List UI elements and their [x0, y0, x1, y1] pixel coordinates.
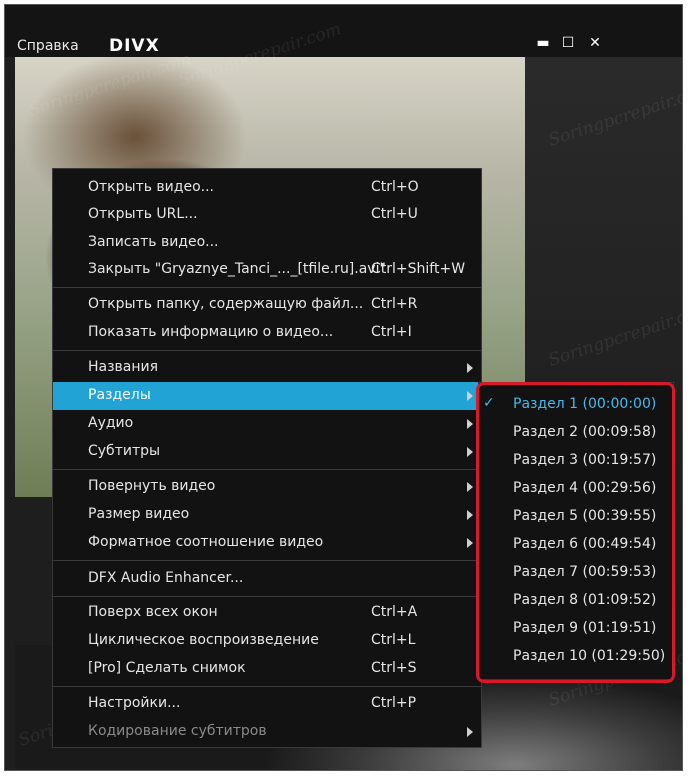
submenu-arrow-icon [467, 727, 473, 737]
submenu-arrow-icon [467, 482, 473, 492]
menu-shortcut: Ctrl+L [371, 632, 416, 648]
menu-label: Записать видео... [88, 234, 219, 250]
submenu-arrow-icon [467, 538, 473, 548]
menu-label: Повернуть видео [88, 478, 216, 494]
context-menu: Открыть видео... Ctrl+O Открыть URL... C… [52, 168, 482, 748]
menu-shortcut: Ctrl+U [371, 206, 418, 222]
player-window: Справка DIVX ▬ ☐ ✕ Soringpcrepair.com So… [4, 4, 683, 771]
menu-open-video[interactable]: Открыть видео... Ctrl+O [53, 174, 481, 202]
menu-label: Закрыть "Gryaznye_Tanci_..._[tfile.ru].a… [88, 261, 386, 277]
menu-loop[interactable]: Циклическое воспроизведение Ctrl+L [53, 627, 481, 655]
menu-separator [53, 469, 481, 470]
menu-shortcut: Ctrl+P [371, 695, 417, 711]
menu-separator [53, 596, 481, 597]
menu-label: Поверх всех окон [88, 604, 218, 620]
minimize-icon[interactable]: ▬ [533, 35, 553, 51]
menu-subtitle-encoding[interactable]: Кодирование субтитров [53, 718, 481, 746]
menu-separator [53, 287, 481, 288]
menu-open-url[interactable]: Открыть URL... Ctrl+U [53, 201, 481, 229]
menu-always-on-top[interactable]: Поверх всех окон Ctrl+A [53, 599, 481, 627]
menu-shortcut: Ctrl+A [371, 604, 418, 620]
submenu-arrow-icon [467, 510, 473, 520]
menu-separator [53, 686, 481, 687]
menu-rotate-video[interactable]: Повернуть видео [53, 473, 481, 501]
menu-open-folder[interactable]: Открыть папку, содержащую файл... Ctrl+R [53, 291, 481, 319]
menu-label: Субтитры [88, 443, 161, 459]
menu-video-size[interactable]: Размер видео [53, 501, 481, 529]
menu-shortcut: Ctrl+Shift+W [371, 261, 466, 277]
menu-help[interactable]: Справка [17, 38, 79, 54]
maximize-icon[interactable]: ☐ [558, 35, 578, 51]
submenu-arrow-icon [467, 363, 473, 373]
menu-separator [53, 560, 481, 561]
menu-shortcut: Ctrl+O [371, 179, 419, 195]
menu-record-video[interactable]: Записать видео... [53, 229, 481, 257]
menu-label: Настройки... [88, 695, 181, 711]
menu-chapters[interactable]: Разделы [53, 382, 481, 410]
menu-dfx-audio[interactable]: DFX Audio Enhancer... [53, 565, 481, 593]
menu-aspect-ratio[interactable]: Форматное соотношение видео [53, 529, 481, 557]
menu-label: Аудио [88, 415, 134, 431]
menu-close-file[interactable]: Закрыть "Gryaznye_Tanci_..._[tfile.ru].a… [53, 256, 481, 284]
menu-shortcut: Ctrl+S [371, 660, 417, 676]
submenu-arrow-icon [467, 447, 473, 457]
menu-label: Названия [88, 359, 159, 375]
menu-titles[interactable]: Названия [53, 354, 481, 382]
menu-audio[interactable]: Аудио [53, 410, 481, 438]
menu-shortcut: Ctrl+R [371, 296, 418, 312]
title-bar: Справка DIVX ▬ ☐ ✕ [5, 5, 682, 57]
close-icon[interactable]: ✕ [585, 35, 605, 51]
highlight-outline [476, 382, 675, 683]
menu-label: Форматное соотношение видео [88, 534, 324, 550]
menu-label: Открыть папку, содержащую файл... [88, 296, 364, 312]
menu-subtitles[interactable]: Субтитры [53, 438, 481, 466]
menu-label: Кодирование субтитров [88, 723, 267, 739]
menu-label: Открыть видео... [88, 179, 214, 195]
menu-shortcut: Ctrl+I [371, 324, 412, 340]
divx-logo: DIVX [109, 36, 160, 56]
menu-snapshot[interactable]: [Pro] Сделать снимок Ctrl+S [53, 655, 481, 683]
menu-settings[interactable]: Настройки... Ctrl+P [53, 690, 481, 718]
menu-label: Размер видео [88, 506, 190, 522]
menu-label: Открыть URL... [88, 206, 198, 222]
menu-separator [53, 350, 481, 351]
menu-label: Показать информацию о видео... [88, 324, 334, 340]
menu-label: Разделы [88, 387, 151, 403]
submenu-arrow-icon [467, 391, 473, 401]
menu-label: DFX Audio Enhancer... [88, 570, 244, 586]
submenu-arrow-icon [467, 419, 473, 429]
menu-label: Циклическое воспроизведение [88, 632, 319, 648]
menu-label: [Pro] Сделать снимок [88, 660, 246, 676]
menu-show-info[interactable]: Показать информацию о видео... Ctrl+I [53, 319, 481, 347]
